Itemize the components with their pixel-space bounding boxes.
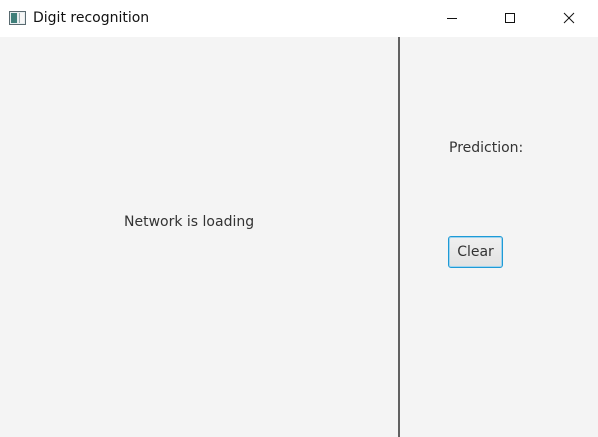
close-icon	[563, 12, 575, 24]
maximize-icon	[505, 13, 515, 23]
app-icon-right-pane	[19, 13, 24, 23]
minimize-button[interactable]	[429, 0, 475, 36]
window-title: Digit recognition	[33, 10, 150, 26]
app-window-icon	[9, 11, 26, 25]
close-button[interactable]	[546, 0, 592, 36]
maximize-button[interactable]	[487, 0, 533, 36]
drawing-canvas[interactable]: Network is loading	[0, 37, 398, 437]
app-icon-left-pane	[11, 13, 17, 23]
side-panel: Prediction: Clear	[400, 37, 598, 437]
title-bar[interactable]: Digit recognition	[0, 0, 598, 37]
app-window: Digit recognition Network is loading Pre…	[0, 0, 598, 437]
clear-button[interactable]: Clear	[448, 236, 503, 268]
minimize-icon	[447, 18, 457, 19]
network-status-text: Network is loading	[124, 214, 255, 230]
main-content: Network is loading Prediction: Clear	[0, 37, 598, 437]
prediction-label: Prediction:	[449, 140, 524, 156]
